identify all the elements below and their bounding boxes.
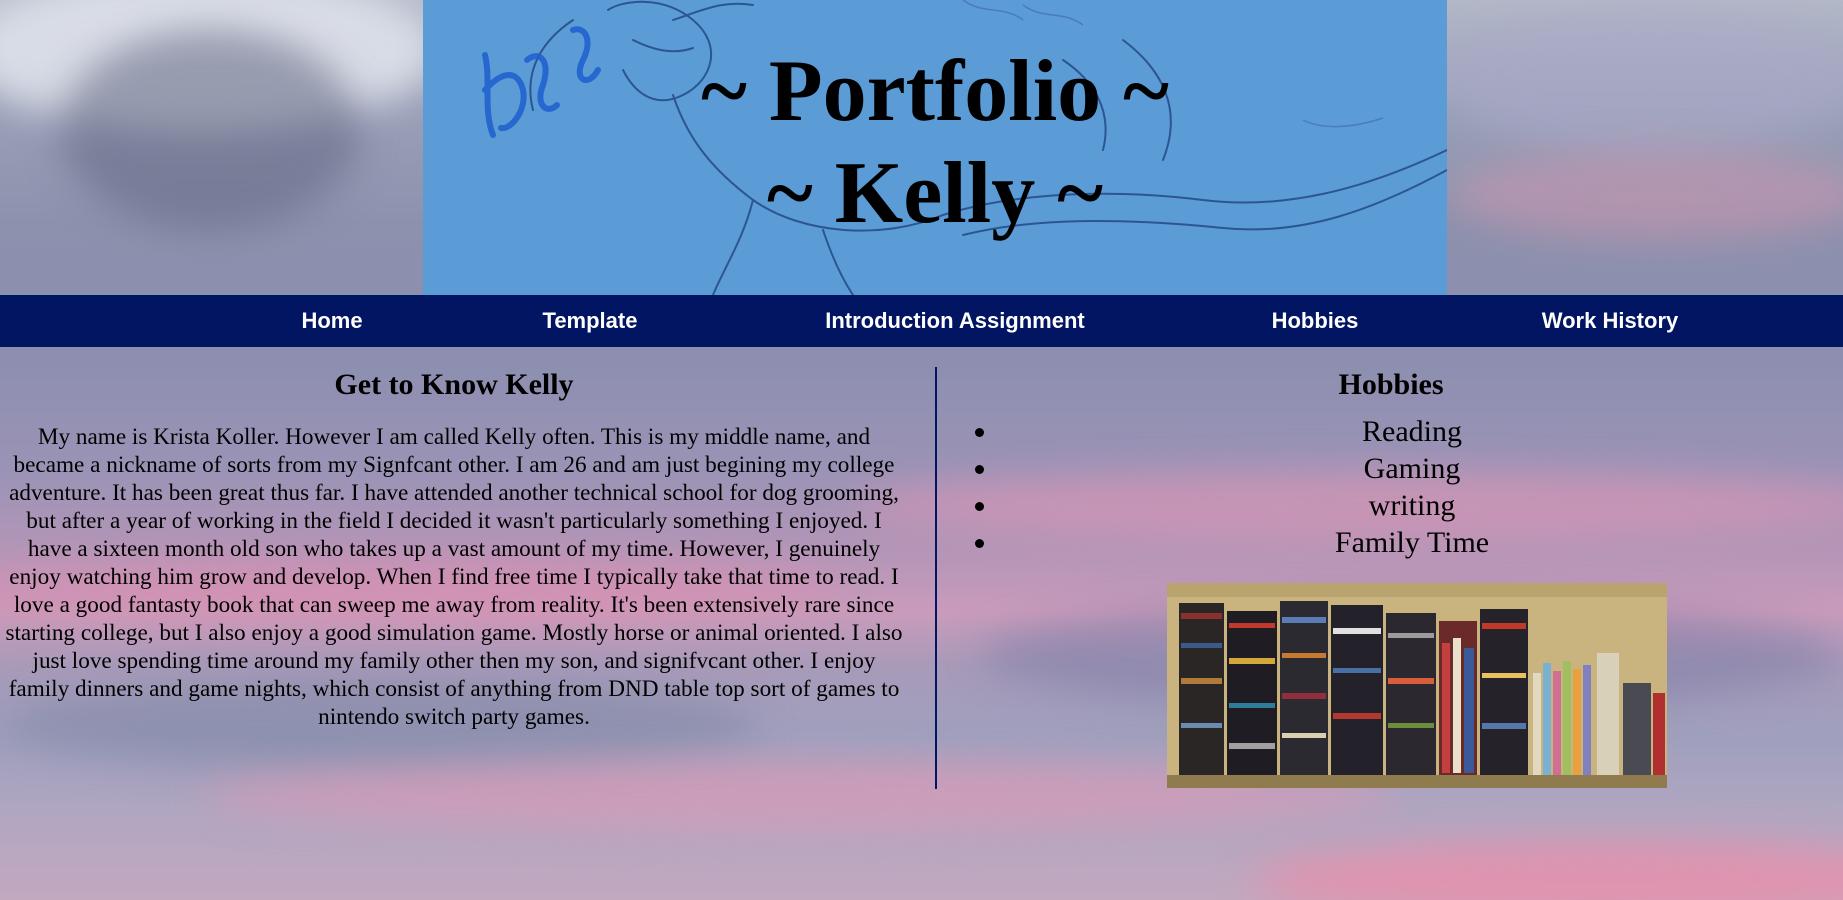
page-title-line2: ~ Kelly ~ [767,145,1103,242]
list-item: Reading [945,413,1833,450]
bullet-icon [975,428,984,437]
bullet-icon [975,502,984,511]
main-navbar: Home Template Introduction Assignment Ho… [0,295,1843,347]
list-item: writing [945,487,1833,524]
page-title-line1: ~ Portfolio ~ [701,43,1169,140]
nav-link-home[interactable]: Home [272,295,392,347]
bookshelf-photo [1167,583,1667,788]
nav-link-introduction-assignment[interactable]: Introduction Assignment [800,295,1110,347]
header-banner: ~ Portfolio ~ ~ Kelly ~ [423,0,1447,295]
hobbies-section: Hobbies Reading Gaming writing Family Ti… [945,365,1833,788]
list-item: Family Time [945,524,1833,561]
bullet-icon [975,465,984,474]
about-section: Get to Know Kelly My name is Krista Koll… [0,365,908,731]
hobby-label: Reading [1362,415,1462,448]
about-body-text: My name is Krista Koller. However I am c… [5,424,903,730]
bullet-icon [975,539,984,548]
hobbies-list: Reading Gaming writing Family Time [945,413,1833,561]
hobby-label: Family Time [1334,526,1490,559]
nav-link-template[interactable]: Template [520,295,660,347]
nav-link-work-history[interactable]: Work History [1520,295,1700,347]
nav-link-hobbies[interactable]: Hobbies [1250,295,1380,347]
hobby-label: Gaming [1363,452,1461,485]
column-divider [935,367,937,789]
about-heading: Get to Know Kelly [334,368,574,401]
hobby-label: writing [1368,489,1456,522]
list-item: Gaming [945,450,1833,487]
hobbies-heading: Hobbies [1338,368,1444,401]
